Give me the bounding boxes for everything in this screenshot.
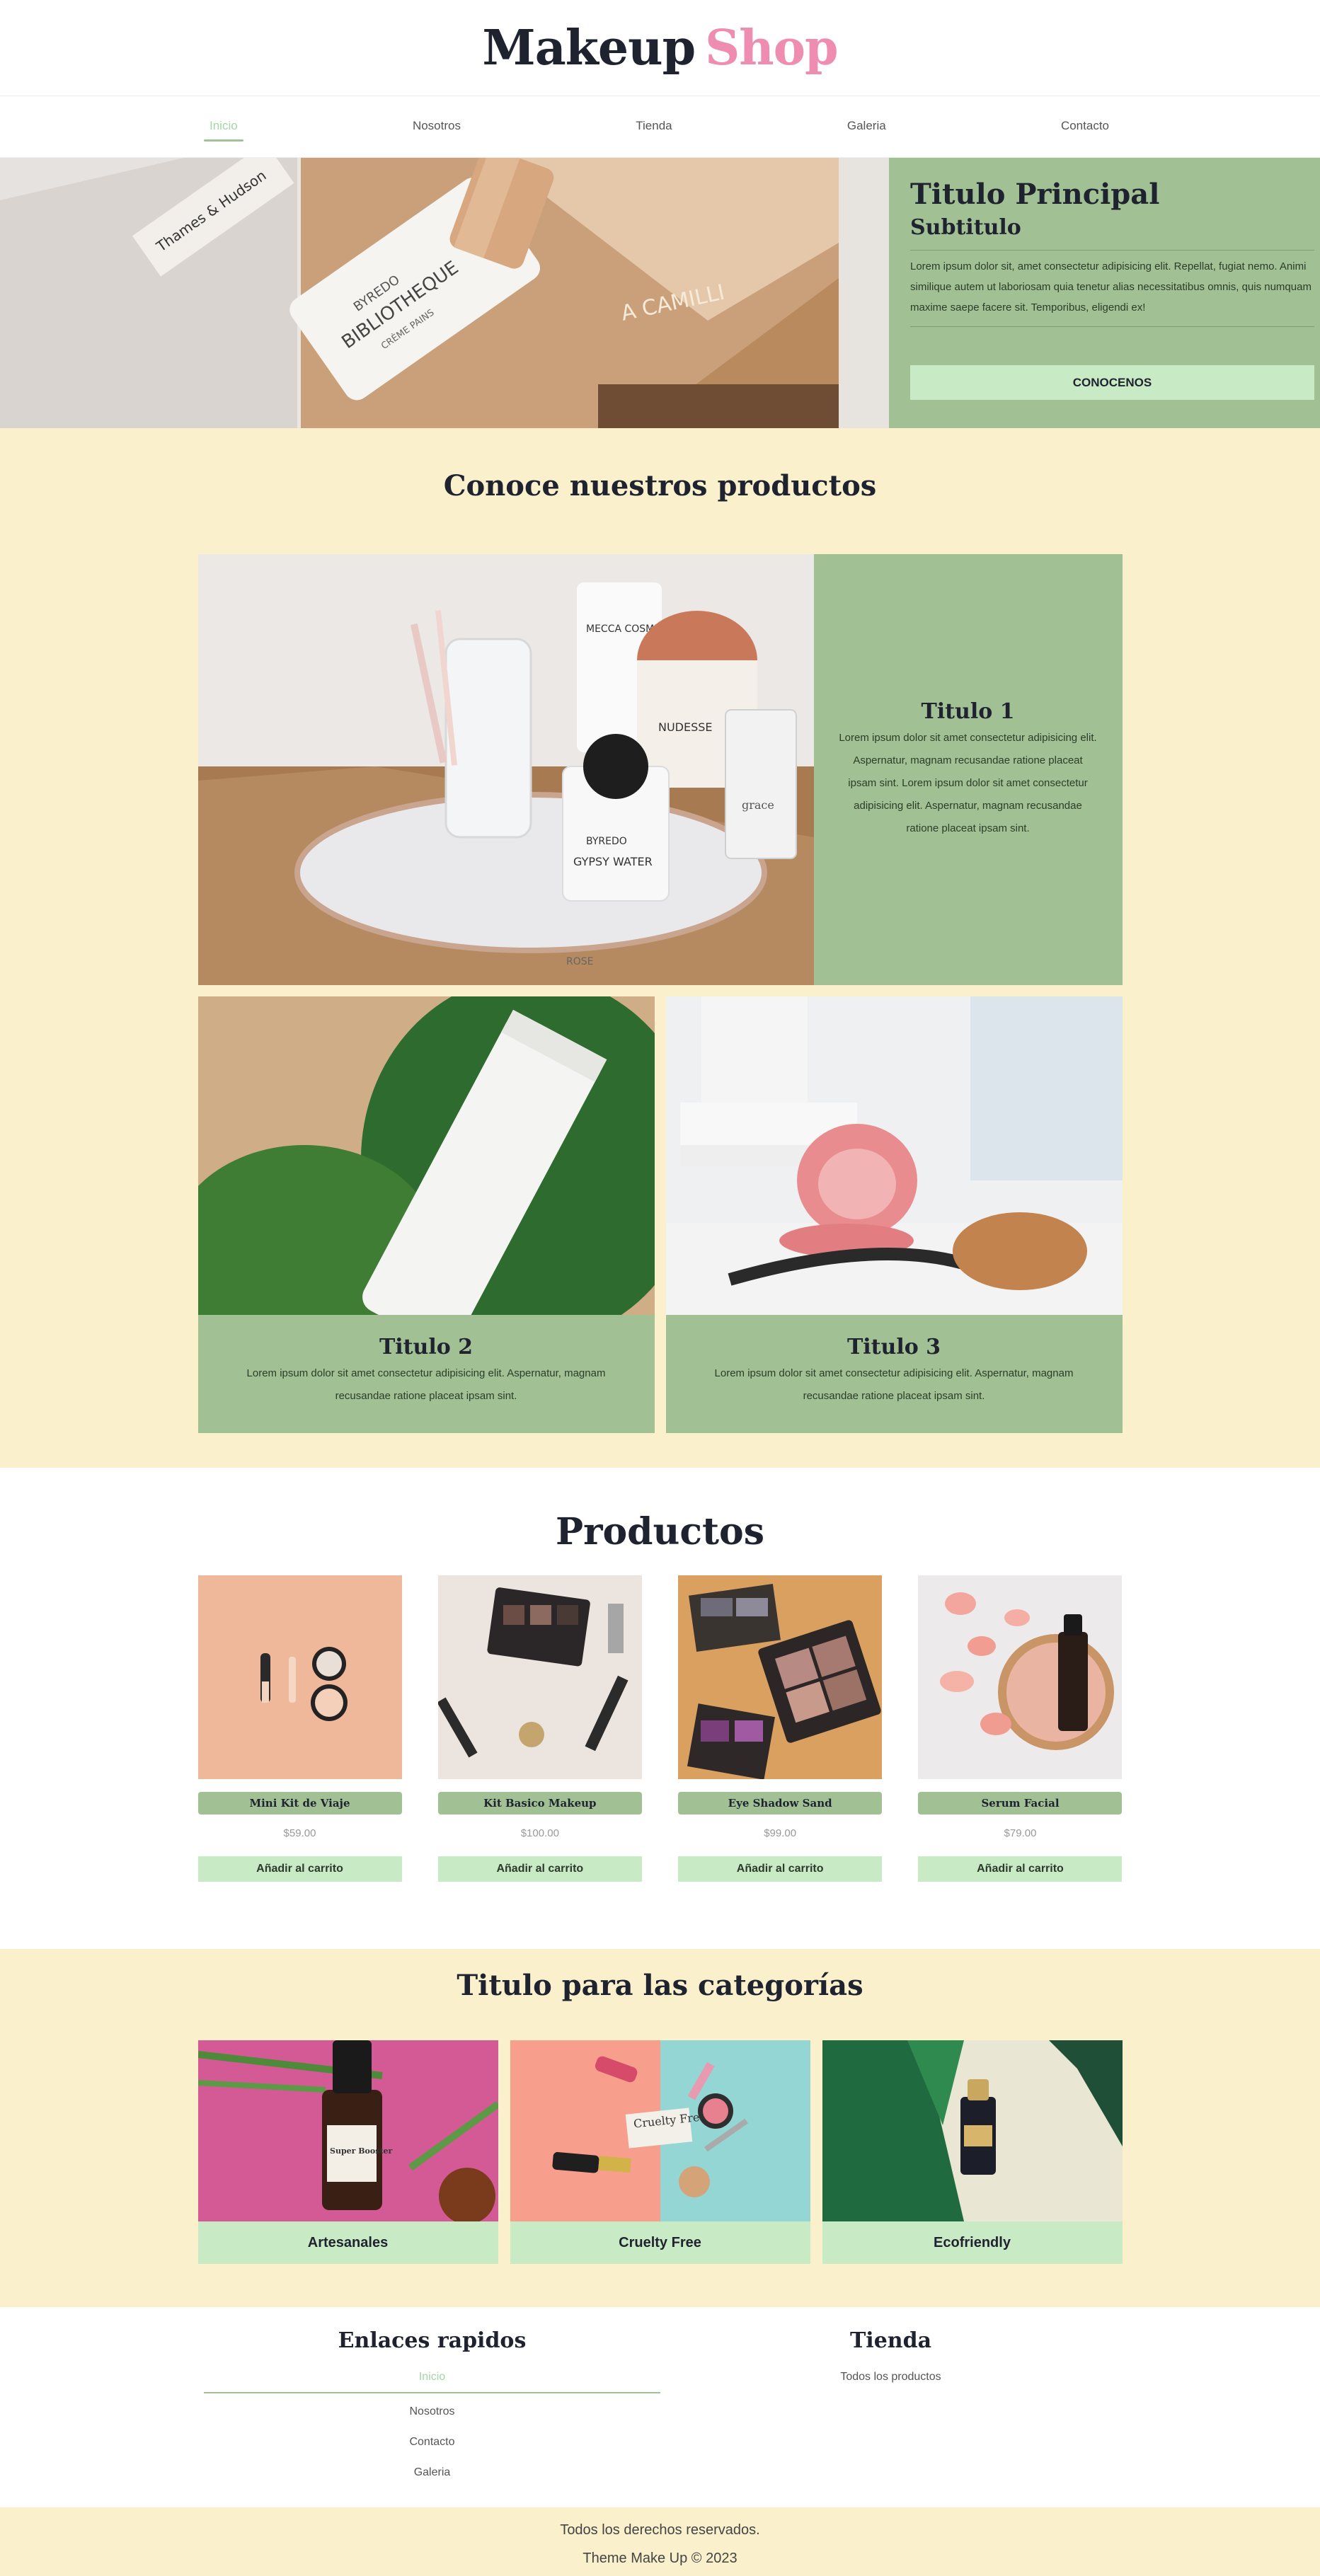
conocenos-button[interactable]: CONOCENOS [910, 365, 1314, 400]
credit-text: Theme Make Up © 2023 [582, 2551, 738, 2566]
product-image[interactable] [918, 1575, 1123, 1779]
feature-1-image-text-byredo: BYREDO [586, 836, 627, 847]
category-label: Cruelty Free [510, 2221, 810, 2264]
product-price: $79.00 [1004, 1827, 1037, 1839]
products-intro: Conoce nuestros productos MECCA COSMETIC… [0, 428, 1320, 1468]
logo-accent: Shop [705, 19, 838, 76]
bottom-bar: Todos los derechos reservados. Theme Mak… [0, 2507, 1320, 2576]
feature-1-desc: Lorem ipsum dolor sit amet consectetur a… [839, 732, 1097, 834]
intro-title: Conoce nuestros productos [443, 469, 877, 502]
feature-1-image-text-nudesse: NUDESSE [658, 720, 713, 734]
feature-1-image: MECCA COSMETICA NUDESSE BYREDO GYPSY WAT… [197, 554, 814, 985]
feature-2-desc: Lorem ipsum dolor sit amet consectetur a… [246, 1367, 606, 1402]
footer-link-contacto[interactable]: Contacto [204, 2427, 660, 2457]
product-image[interactable] [197, 1575, 402, 1779]
footer-links-title: Enlaces rapidos [338, 2328, 527, 2353]
product-name: Eye Shadow Sand [678, 1792, 883, 1815]
nav-item-galeria[interactable]: Galeria [842, 113, 892, 140]
feature-1-text: Titulo 1 Lorem ipsum dolor sit amet cons… [813, 554, 1123, 985]
footer-link-inicio[interactable]: Inicio [204, 2362, 660, 2393]
feature-3-text: Titulo 3 Lorem ipsum dolor sit amet cons… [666, 1315, 1123, 1408]
feature-3-image [665, 996, 1123, 1315]
logo[interactable]: Makeup Shop [482, 19, 838, 76]
feature-3-desc: Lorem ipsum dolor sit amet consectetur a… [714, 1367, 1074, 1402]
footer: Enlaces rapidos Inicio Nosotros Contacto… [0, 2307, 1320, 2507]
footer-quick-links: Enlaces rapidos Inicio Nosotros Contacto… [204, 2328, 660, 2507]
footer-shop-title: Tienda [849, 2328, 932, 2353]
product-image[interactable] [437, 1575, 642, 1779]
category-card-ecofriendly[interactable]: Ecofriendly [822, 2040, 1123, 2264]
product-name: Serum Facial [918, 1792, 1123, 1815]
nav-item-contacto[interactable]: Contacto [1055, 113, 1115, 140]
product-card: Eye Shadow Sand $99.00 Añadir al carrito [678, 1575, 883, 1882]
feature-3: Titulo 3 Lorem ipsum dolor sit amet cons… [665, 996, 1123, 1433]
feature-1-image-text-rose: ROSE [566, 956, 593, 967]
feature-1-image-text-gypsy: GYPSY WATER [573, 855, 653, 868]
feature-3-title: Titulo 3 [846, 1335, 941, 1359]
logo-main: Makeup [482, 19, 696, 76]
category-image: Super Booster [197, 2040, 498, 2221]
add-to-cart-button[interactable]: Añadir al carrito [918, 1856, 1123, 1882]
hero-image: Thames & Hudson BYREDO BIBLIOTHEQUE CRÈM… [0, 158, 889, 428]
hero-title: Titulo Principal [910, 178, 1160, 211]
footer-link-galeria[interactable]: Galeria [204, 2457, 660, 2488]
category-card-cruelty-free[interactable]: Cruelty Free Cruelty Free [510, 2040, 810, 2264]
category-image: Cruelty Free [510, 2040, 810, 2221]
product-price: $99.00 [764, 1827, 797, 1839]
footer-link-all-products[interactable]: Todos los productos [660, 2362, 1121, 2392]
add-to-cart-button[interactable]: Añadir al carrito [437, 1856, 642, 1882]
category-card-artesanales[interactable]: Super Booster Artesanales [197, 2040, 498, 2264]
hero-subtitle: Subtitulo [910, 215, 1314, 251]
product-card: Mini Kit de Viaje $59.00 Añadir al carri… [197, 1575, 402, 1882]
feature-2-image [197, 996, 655, 1315]
category-image [822, 2040, 1123, 2221]
site-header: Makeup Shop [0, 0, 1320, 96]
rights-text: Todos los derechos reservados. [560, 2522, 760, 2538]
product-card: Kit Basico Makeup $100.00 Añadir al carr… [437, 1575, 642, 1882]
add-to-cart-button[interactable]: Añadir al carrito [678, 1856, 883, 1882]
feature-1: MECCA COSMETICA NUDESSE BYREDO GYPSY WAT… [197, 554, 1123, 985]
feature-2: Titulo 2 Lorem ipsum dolor sit amet cons… [197, 996, 655, 1433]
categories-title: Titulo para las categorías [457, 1969, 863, 2002]
hero: Thames & Hudson BYREDO BIBLIOTHEQUE CRÈM… [0, 158, 1320, 428]
products-title: Productos [556, 1510, 764, 1553]
product-price: $100.00 [520, 1827, 559, 1839]
nav-item-tienda[interactable]: Tienda [630, 113, 677, 140]
feature-2-text: Titulo 2 Lorem ipsum dolor sit amet cons… [198, 1315, 655, 1408]
categories-section: Titulo para las categorías Super Booster… [0, 1949, 1320, 2307]
category-label: Artesanales [197, 2221, 498, 2264]
footer-link-nosotros[interactable]: Nosotros [204, 2396, 660, 2427]
footer-shop: Tienda Todos los productos [660, 2328, 1121, 2507]
product-price: $59.00 [283, 1827, 316, 1839]
feature-row: Titulo 2 Lorem ipsum dolor sit amet cons… [197, 996, 1123, 1433]
category-image-text-booster: Super Booster [330, 2146, 393, 2156]
add-to-cart-button[interactable]: Añadir al carrito [197, 1856, 402, 1882]
feature-1-image-text-grace: grace [742, 798, 774, 812]
product-image[interactable] [678, 1575, 883, 1779]
products-section: Productos Mini Kit de Viaje $59.00 Añadi… [0, 1468, 1320, 1949]
product-grid: Mini Kit de Viaje $59.00 Añadir al carri… [197, 1575, 1123, 1882]
nav-item-nosotros[interactable]: Nosotros [407, 113, 466, 140]
category-grid: Super Booster Artesanales Cruelty Free C… [197, 2040, 1123, 2264]
nav-item-inicio[interactable]: Inicio [204, 113, 243, 142]
product-name: Kit Basico Makeup [437, 1792, 642, 1815]
main-nav: Inicio Nosotros Tienda Galeria Contacto [0, 96, 1320, 158]
product-card: Serum Facial $79.00 Añadir al carrito [918, 1575, 1123, 1882]
hero-description: Lorem ipsum dolor sit, amet consectetur … [910, 251, 1314, 327]
hero-text: Titulo Principal Subtitulo Lorem ipsum d… [889, 158, 1320, 428]
feature-1-title: Titulo 1 [921, 699, 1015, 724]
feature-2-title: Titulo 2 [379, 1335, 474, 1359]
category-label: Ecofriendly [822, 2221, 1123, 2264]
product-name: Mini Kit de Viaje [197, 1792, 402, 1815]
